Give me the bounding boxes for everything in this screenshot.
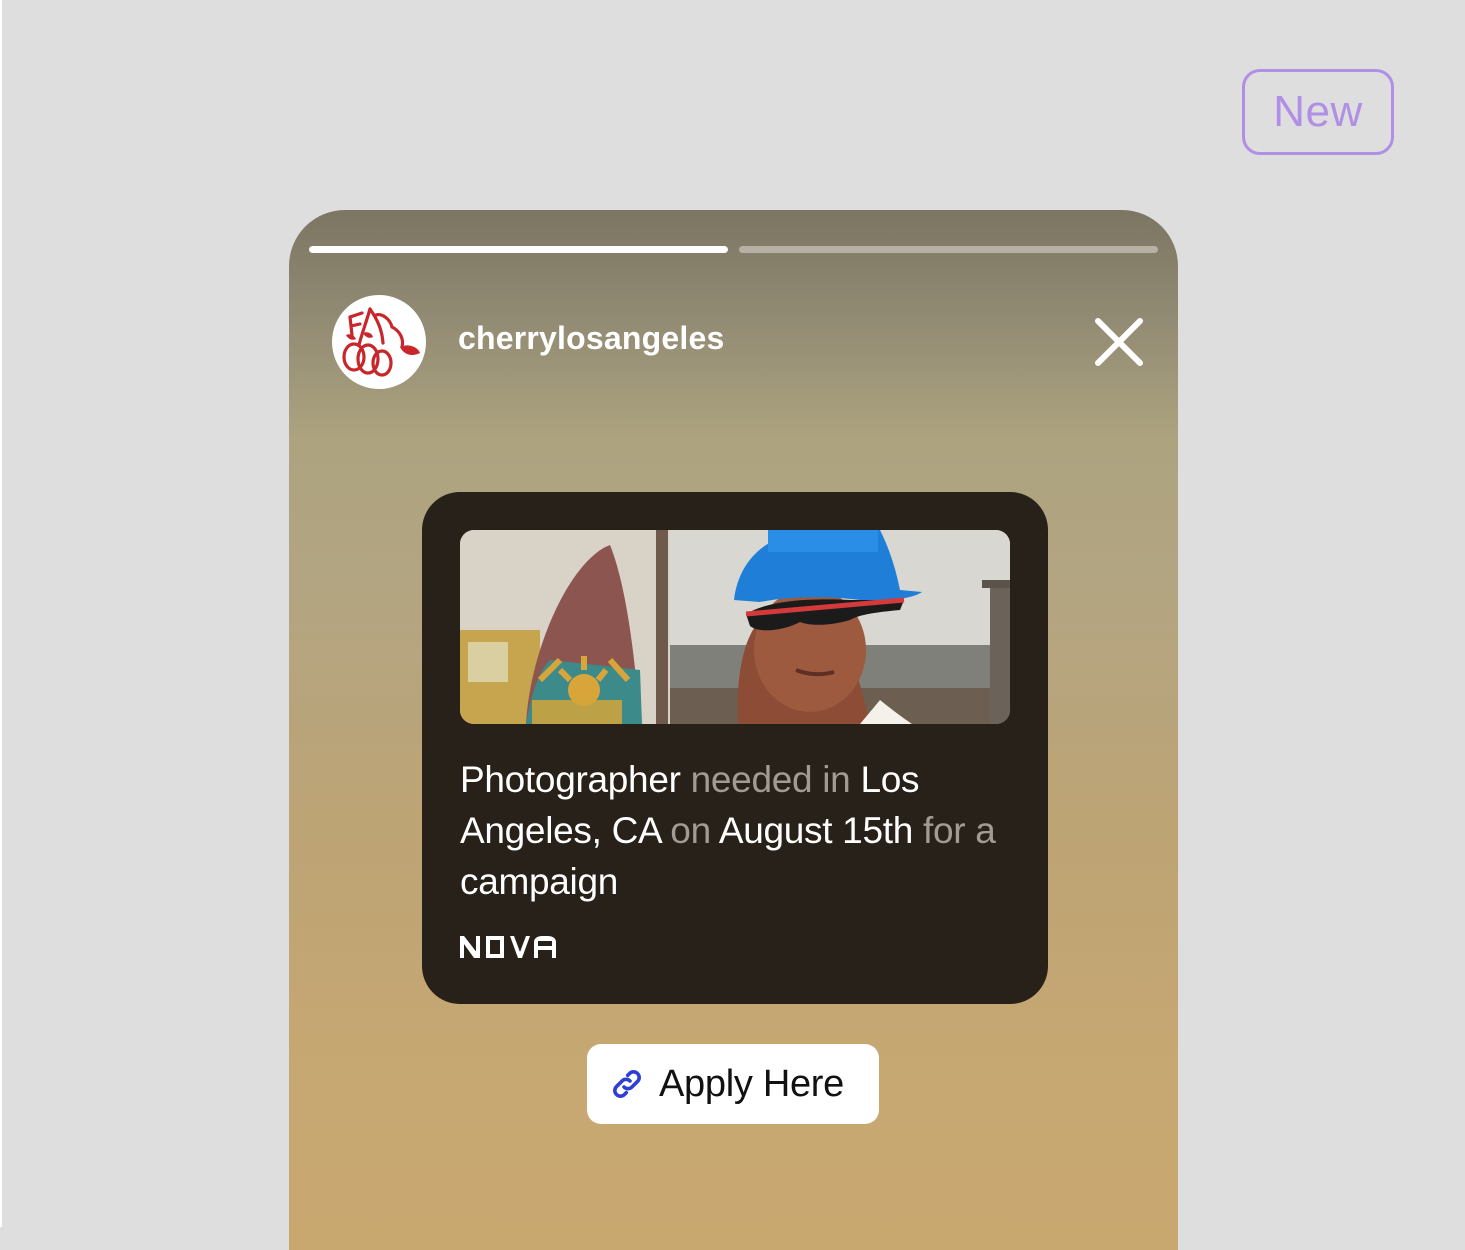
progress-fill: [309, 246, 728, 253]
window-edge: [0, 0, 2, 1227]
headline-part: Photographer: [460, 759, 681, 800]
nova-brand-logo: [460, 930, 560, 964]
close-button[interactable]: [1092, 315, 1146, 369]
headline-part: August 15th: [718, 810, 913, 851]
story-progress-bar: [309, 246, 1158, 253]
job-post-card[interactable]: Photographer needed in Los Angeles, CA o…: [422, 492, 1048, 1004]
apply-button-label: Apply Here: [659, 1062, 844, 1105]
account-username[interactable]: cherrylosangeles: [458, 320, 724, 357]
story-viewer[interactable]: cherrylosangeles Photographer needed in …: [289, 210, 1178, 1250]
headline-part: needed in: [680, 759, 861, 800]
progress-segment: [739, 246, 1158, 253]
apply-here-button[interactable]: Apply Here: [587, 1044, 879, 1124]
job-headline: Photographer needed in Los Angeles, CA o…: [460, 754, 1015, 907]
headline-part: campaign: [460, 861, 619, 902]
progress-segment: [309, 246, 728, 253]
close-icon: [1095, 318, 1143, 366]
headline-part: on: [660, 810, 719, 851]
job-photo: [460, 530, 1010, 724]
new-badge: New: [1242, 69, 1394, 155]
headline-part: for a: [913, 810, 996, 851]
link-icon: [609, 1066, 645, 1102]
account-avatar[interactable]: [332, 295, 426, 389]
cherry-logo-icon: [342, 307, 420, 377]
